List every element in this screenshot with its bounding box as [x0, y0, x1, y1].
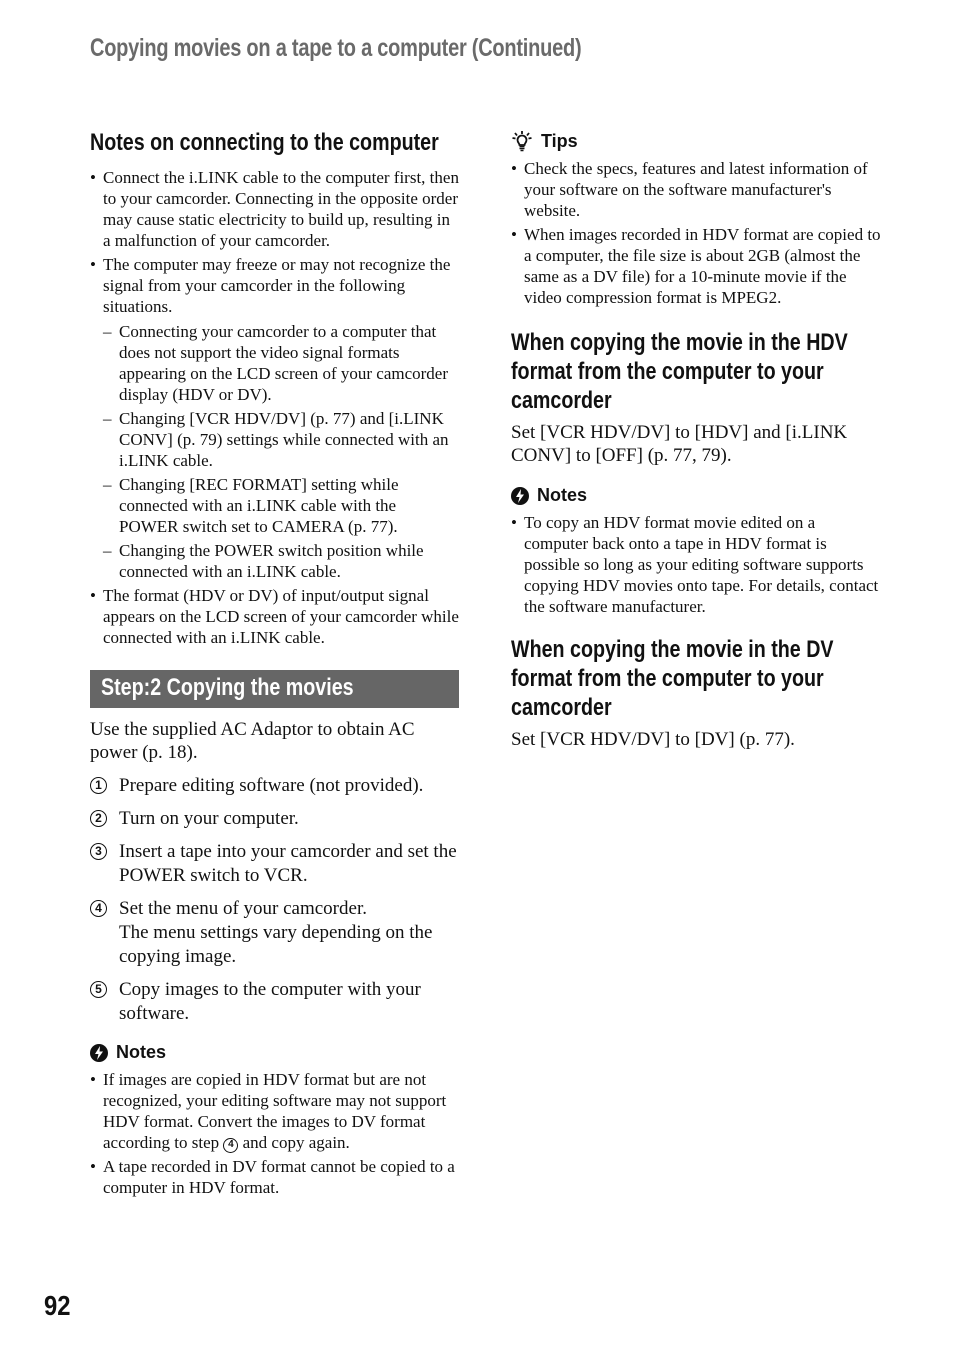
step-item: 2 Turn on your computer. [90, 807, 459, 831]
left-column: Notes on connecting to the computer • Con… [90, 128, 459, 1201]
hdv-notes-list: • To copy an HDV format movie edited on a… [511, 512, 883, 617]
notes-icon [511, 486, 529, 505]
hdv-section-body: Set [VCR HDV/DV] to [HDV] and [i.LINK CO… [511, 422, 848, 466]
lightbulb-icon [511, 130, 533, 152]
bullet-icon: • [90, 1157, 96, 1176]
step2-steps: 1 Prepare editing software (not provided)… [90, 774, 459, 1026]
list-item: • If images are copied in HDV format but … [90, 1070, 447, 1153]
bullet-icon: • [511, 225, 517, 244]
dash-icon: – [103, 541, 112, 560]
list-item: • Check the specs, features and latest in… [511, 159, 868, 220]
list-item: • The format (HDV or DV) of input/output … [90, 586, 459, 647]
dv-section-heading: When copying the movie in the DV format … [511, 636, 834, 721]
bullet-icon: • [90, 168, 96, 187]
list-item: • To copy an HDV format movie edited on a… [511, 513, 879, 616]
step2-intro: Use the supplied AC Adaptor to obtain AC… [90, 719, 415, 763]
step-number-badge: 2 [90, 810, 107, 827]
step-reference-badge: 4 [223, 1138, 239, 1153]
step2-notes-header: Notes [90, 1042, 459, 1063]
page-number: 92 [44, 1290, 71, 1321]
list-item: – Connecting your camcorder to a computer… [103, 322, 449, 404]
bullet-icon: • [90, 586, 96, 605]
step-number-badge: 4 [90, 900, 107, 917]
dv-section-body: Set [VCR HDV/DV] to [DV] (p. 77). [511, 729, 795, 750]
page-header-title: Copying movies on a tape to a computer (… [90, 34, 582, 62]
notes-label: Notes [116, 1042, 167, 1062]
section-heading-notes-connecting: Notes on connecting to the computer [90, 129, 439, 156]
tips-header: Tips [511, 130, 883, 152]
right-column: Tips • Check the specs, features and late… [511, 130, 883, 751]
step-extra-text: The menu settings vary depending on the … [119, 922, 433, 967]
step-item: 1 Prepare editing software (not provided)… [90, 774, 459, 798]
bullet-icon: • [511, 513, 517, 532]
step-item: 4 Set the menu of your camcorder. The menu… [90, 897, 459, 969]
list-item: – Changing the POWER switch position whil… [103, 541, 424, 581]
bullet-icon: • [511, 159, 517, 178]
step-number-badge: 5 [90, 981, 107, 998]
list-item: – Changing [VCR HDV/DV] (p. 77) and [i.LI… [103, 409, 449, 470]
step2-banner-label: Step:2 Copying the movies [101, 674, 354, 701]
bullet-icon: • [90, 255, 96, 274]
list-item: • When images recorded in HDV format are … [511, 225, 881, 307]
notes-icon [90, 1043, 108, 1062]
step-item: 3 Insert a tape into your camcorder and s… [90, 840, 459, 888]
dash-icon: – [103, 409, 112, 428]
notes-label: Notes [537, 485, 588, 505]
tips-label: Tips [541, 130, 578, 151]
list-item: • Connect the i.LINK cable to the compute… [90, 168, 459, 250]
list-item: • The computer may freeze or may not reco… [90, 254, 459, 582]
step2-notes-list: • If images are copied in HDV format but … [90, 1069, 459, 1198]
hdv-notes-header: Notes [511, 485, 883, 506]
hdv-section-heading: When copying the movie in the HDV format… [511, 329, 848, 414]
dash-icon: – [103, 475, 112, 494]
step2-banner: Step:2 Copying the movies [90, 670, 459, 708]
bullet-icon: • [90, 1070, 96, 1089]
step-item: 5 Copy images to the computer with your s… [90, 978, 459, 1026]
step-number-badge: 3 [90, 843, 107, 860]
step-number-badge: 1 [90, 777, 107, 794]
dash-icon: – [103, 322, 112, 341]
list-item: – Changing [REC FORMAT] setting while con… [103, 475, 399, 536]
tips-list: • Check the specs, features and latest in… [511, 158, 883, 308]
situations-list: – Connecting your camcorder to a computer… [103, 321, 459, 582]
list-item: • A tape recorded in DV format cannot be … [90, 1157, 455, 1197]
notes-connecting-list: • Connect the i.LINK cable to the compute… [90, 167, 459, 648]
